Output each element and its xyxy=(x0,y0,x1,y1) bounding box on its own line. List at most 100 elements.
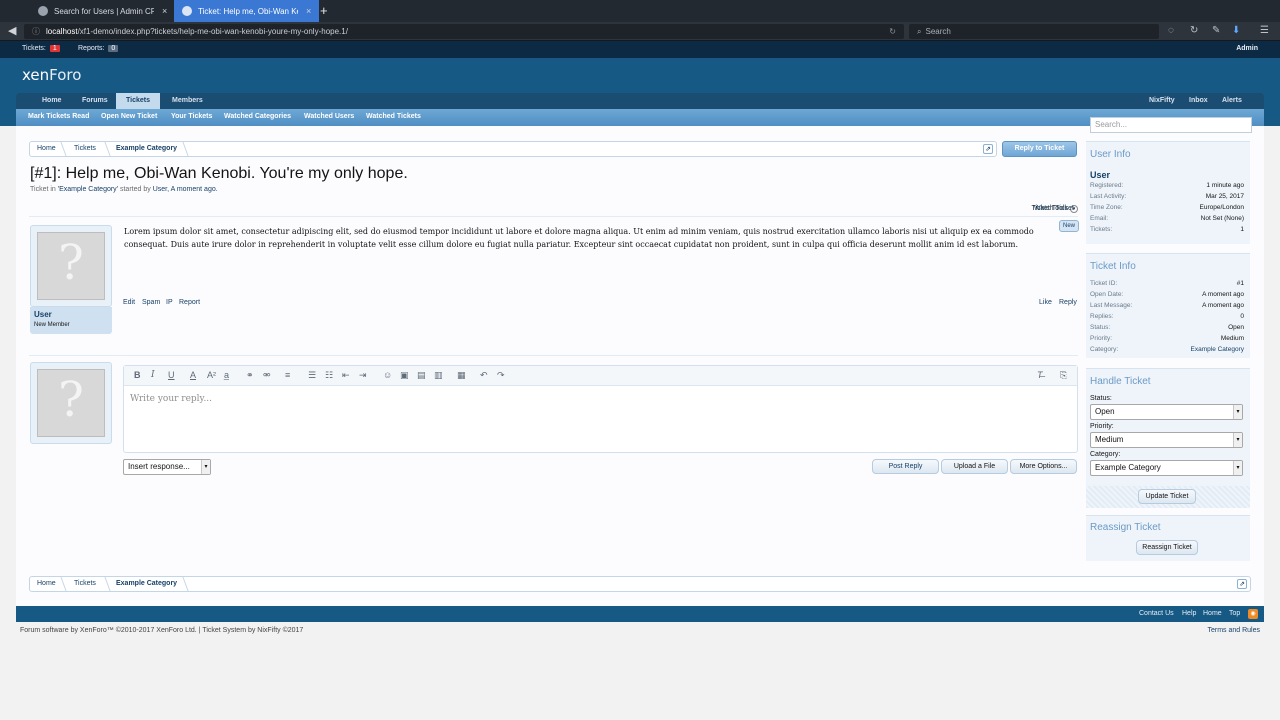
post-reply-link[interactable]: Reply xyxy=(1059,299,1077,306)
underline-icon[interactable]: U xyxy=(168,370,175,380)
breadcrumb-category[interactable]: Example Category xyxy=(116,145,177,152)
breadcrumb-separator xyxy=(97,142,111,156)
handle-ticket-heading: Handle Ticket xyxy=(1090,376,1151,387)
font-family-icon[interactable]: a̲ xyxy=(224,370,229,380)
byline-user-link[interactable]: User xyxy=(153,186,167,193)
breadcrumb-separator xyxy=(53,142,67,156)
browser-tab-ticket[interactable]: Ticket: Help me, Obi-Wan Ke... × xyxy=(174,0,320,22)
insert-response-select[interactable]: Insert response... ▾ xyxy=(123,459,211,475)
subnav-watched-categories[interactable]: Watched Categories xyxy=(224,113,291,120)
xenforo-logo[interactable]: xenForo xyxy=(22,66,81,84)
jump-icon[interactable]: ⇗ xyxy=(983,144,993,154)
category-select[interactable]: Example Category ▾ xyxy=(1090,460,1243,476)
wrench-icon[interactable]: ✎ xyxy=(1212,25,1220,36)
post-ip-link[interactable]: IP xyxy=(166,299,173,306)
ticket-category-link[interactable]: Example Category xyxy=(1191,346,1244,353)
reply-to-ticket-button[interactable]: Reply to Ticket xyxy=(1002,141,1077,157)
footer-top-link[interactable]: Top xyxy=(1229,610,1240,617)
priority-select[interactable]: Medium ▾ xyxy=(1090,432,1243,448)
reader-icon[interactable]: ↻ xyxy=(1190,25,1198,36)
nav-user-nixfifty[interactable]: NixFifty xyxy=(1139,93,1185,109)
nav-tab-members[interactable]: Members xyxy=(162,93,213,109)
breadcrumb-category[interactable]: Example Category xyxy=(116,580,177,587)
menu-icon[interactable]: ☰ xyxy=(1260,25,1269,36)
redo-icon[interactable]: ↷ xyxy=(497,370,505,381)
close-icon[interactable]: × xyxy=(162,6,167,16)
reload-icon[interactable]: ↻ xyxy=(889,24,896,39)
indent-icon[interactable]: ⇥ xyxy=(359,370,367,381)
pocket-icon[interactable]: ◌ xyxy=(1168,25,1174,36)
footer-help-link[interactable]: Help xyxy=(1182,610,1196,617)
save-draft-icon[interactable]: ▦ xyxy=(457,370,466,381)
post-like-link[interactable]: Like xyxy=(1039,299,1052,306)
user-info-heading: User Info xyxy=(1090,149,1131,160)
admin-reports-link[interactable]: Reports: 0 xyxy=(78,45,119,52)
rss-icon[interactable]: ◉ xyxy=(1248,609,1258,619)
browser-search-field[interactable]: ⌕ Search xyxy=(909,24,1159,39)
update-ticket-button[interactable]: Update Ticket xyxy=(1138,489,1196,504)
bold-icon[interactable]: B xyxy=(134,370,141,380)
toggle-bbcode-icon[interactable]: ⎘ xyxy=(1060,370,1067,381)
status-select[interactable]: Open ▾ xyxy=(1090,404,1243,420)
jump-icon[interactable]: ⇗ xyxy=(1237,579,1247,589)
watch-ticket-link[interactable]: Watch Ticket xyxy=(1034,205,1074,212)
nav-alerts[interactable]: Alerts xyxy=(1212,93,1252,109)
post-username[interactable]: User xyxy=(34,310,52,319)
insert-icon[interactable]: ▥ xyxy=(434,370,443,381)
user-info-username[interactable]: User xyxy=(1090,170,1110,180)
footer-home-link[interactable]: Home xyxy=(1203,610,1222,617)
post-spam-link[interactable]: Spam xyxy=(142,299,160,306)
admin-link[interactable]: Admin xyxy=(1236,45,1258,52)
subnav-open-new-ticket[interactable]: Open New Ticket xyxy=(101,113,157,120)
nav-tab-tickets[interactable]: Tickets xyxy=(116,93,160,109)
align-icon[interactable]: ≡ xyxy=(285,370,290,380)
avatar[interactable]: ? xyxy=(37,232,105,300)
subnav-mark-read[interactable]: Mark Tickets Read xyxy=(28,113,89,120)
outdent-icon[interactable]: ⇤ xyxy=(342,370,350,381)
subnav-watched-users[interactable]: Watched Users xyxy=(304,113,354,120)
nav-tab-forums[interactable]: Forums xyxy=(72,93,118,109)
bullet-list-icon[interactable]: ☰ xyxy=(308,370,316,381)
breadcrumb-home[interactable]: Home xyxy=(37,145,56,152)
more-options-button[interactable]: More Options... xyxy=(1010,459,1077,474)
subnav-your-tickets[interactable]: Your Tickets xyxy=(171,113,212,120)
admin-tickets-link[interactable]: Tickets: 1 xyxy=(22,45,60,52)
footer-contact-link[interactable]: Contact Us xyxy=(1139,610,1174,617)
byline-time-link[interactable]: , A moment ago. xyxy=(167,186,218,193)
number-list-icon[interactable]: ☷ xyxy=(325,370,333,381)
byline-category-link[interactable]: 'Example Category' xyxy=(58,186,118,193)
smilie-icon[interactable]: ☺ xyxy=(383,370,392,380)
media-icon[interactable]: ▤ xyxy=(417,370,426,381)
editor-placeholder[interactable]: Write your reply... xyxy=(130,394,212,404)
post-reply-button[interactable]: Post Reply xyxy=(872,459,939,474)
breadcrumb-tickets[interactable]: Tickets xyxy=(74,145,96,152)
back-arrow-icon[interactable]: ◀ xyxy=(8,24,16,37)
sidebar-search-input[interactable]: Search... xyxy=(1090,117,1252,133)
upload-file-button[interactable]: Upload a File xyxy=(941,459,1008,474)
post-edit-link[interactable]: Edit xyxy=(123,299,135,306)
browser-tab-admin[interactable]: Search for Users | Admin CP × xyxy=(30,0,175,22)
terms-link[interactable]: Terms and Rules xyxy=(1207,627,1260,634)
image-icon[interactable]: ▣ xyxy=(400,370,409,381)
remove-format-icon[interactable]: T̶ xyxy=(1037,370,1043,380)
text-color-icon[interactable]: A xyxy=(190,370,196,380)
priority-value: Medium xyxy=(1095,435,1124,444)
subnav-watched-tickets[interactable]: Watched Tickets xyxy=(366,113,421,120)
unlink-icon[interactable]: ⚮ xyxy=(263,370,271,381)
default-avatar-icon: ? xyxy=(58,372,84,428)
download-icon[interactable]: ⬇ xyxy=(1232,25,1240,36)
close-icon[interactable]: × xyxy=(306,6,311,16)
post-report-link[interactable]: Report xyxy=(179,299,200,306)
new-tab-icon[interactable]: + xyxy=(320,3,328,18)
reassign-ticket-button[interactable]: Reassign Ticket xyxy=(1136,540,1198,555)
italic-icon[interactable]: I xyxy=(151,370,155,380)
post-avatar-box: ? xyxy=(30,225,112,307)
row-key: Email: xyxy=(1090,215,1109,222)
breadcrumb-tickets[interactable]: Tickets xyxy=(74,580,96,587)
nav-tab-home[interactable]: Home xyxy=(32,93,71,109)
breadcrumb-home[interactable]: Home xyxy=(37,580,56,587)
undo-icon[interactable]: ↶ xyxy=(480,370,488,381)
font-size-icon[interactable]: A² xyxy=(207,370,216,380)
link-icon[interactable]: ⚭ xyxy=(246,370,254,381)
address-bar[interactable]: ⓘ localhost/xf1-demo/index.php?tickets/he… xyxy=(24,24,904,39)
